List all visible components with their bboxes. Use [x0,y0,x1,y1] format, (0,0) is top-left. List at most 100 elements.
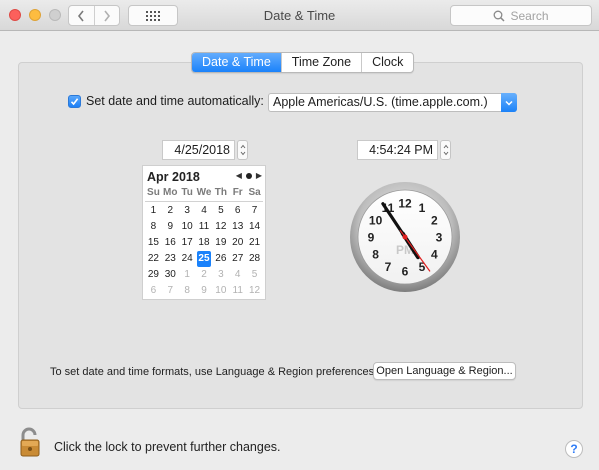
search-icon [494,10,506,22]
auto-set-checkbox[interactable] [68,94,81,108]
calendar-next-button[interactable]: ▶ [256,171,262,181]
calendar-prev-button[interactable]: ◀ [236,171,242,181]
lock-message: Click the lock to prevent further change… [54,440,281,454]
clock-center-pin [402,234,408,240]
calendar-day[interactable]: 1 [145,203,162,219]
calendar-day[interactable]: 1 [179,267,196,283]
calendar-day[interactable]: 10 [179,219,196,235]
calendar-day[interactable]: 7 [162,283,179,299]
clock-number: 6 [402,265,409,279]
calendar-day[interactable]: 16 [162,235,179,251]
search-field[interactable]: Search [450,5,592,26]
open-language-region-button[interactable]: Open Language & Region... [373,362,516,380]
calendar-today-button[interactable] [245,173,252,179]
weekday-label: Su [147,187,160,198]
checkmark-icon [70,97,79,105]
stepper-arrows-icon [443,144,448,156]
calendar-day[interactable]: 27 [229,251,246,267]
clock-number: 7 [385,260,392,274]
calendar-day[interactable]: 24 [179,251,196,267]
clock-number: 8 [372,248,379,262]
clock-number: 5 [419,260,426,274]
calendar-day[interactable]: 3 [212,267,229,283]
weekday-label: We [196,187,212,198]
calendar-day[interactable]: 4 [229,267,246,283]
tab-date-time[interactable]: Date & Time [192,53,281,72]
stepper-arrows-icon [240,144,245,156]
date-stepper[interactable] [237,140,248,160]
date-field-value: 4/25/2018 [174,143,230,157]
calendar-weekdays: Su Mo Tu We Th Fr Sa [145,187,263,198]
calendar-day[interactable]: 14 [246,219,263,235]
calendar-day[interactable]: 8 [145,219,162,235]
calendar-nav: ◀ ▶ [236,171,262,181]
auto-set-row: Set date and time automatically: [68,94,264,108]
calendar-day[interactable]: 9 [162,219,179,235]
tab-bar: Date & Time Time Zone Clock [191,52,415,73]
calendar-day[interactable]: 15 [145,235,162,251]
calendar-day[interactable]: 4 [196,203,213,219]
lock-icon[interactable] [18,427,44,457]
calendar-day[interactable]: 7 [246,203,263,219]
clock-number: 10 [369,214,383,228]
clock-number: 2 [431,214,438,228]
weekday-label: Sa [248,187,261,198]
weekday-label: Tu [181,187,193,198]
title-bar: Date & Time Search [0,0,599,31]
auto-set-label: Set date and time automatically: [86,94,264,108]
calendar-day[interactable]: 2 [196,267,213,283]
help-icon[interactable]: ? [565,440,583,458]
clock-number: 12 [398,197,412,211]
time-server-value: Apple Americas/U.S. (time.apple.com.) [273,95,488,109]
calendar-day[interactable]: 12 [246,283,263,299]
calendar-day[interactable]: 20 [229,235,246,251]
weekday-label: Th [214,187,227,198]
calendar-day[interactable]: 18 [196,235,213,251]
analog-clock: PM 12 1234567891011 [350,182,460,292]
calendar-days: 1 2 3 4 5 6 7 8 9 10 11 12 13 14 15 16 17 18 19 20 21 22 23 24 2… [145,203,263,299]
time-field[interactable]: 4:54:24 PM [357,140,438,160]
date-field[interactable]: 4/25/2018 [162,140,235,160]
calendar-day[interactable]: 17 [179,235,196,251]
tab-clock[interactable]: Clock [361,53,413,72]
chevron-down-icon [501,93,517,112]
weekday-label: Mo [163,187,178,198]
calendar-day[interactable]: 23 [162,251,179,267]
calendar-day[interactable]: 12 [212,219,229,235]
calendar-day[interactable]: 5 [246,267,263,283]
calendar-day[interactable]: 11 [229,283,246,299]
weekday-label: Fr [232,187,243,198]
search-placeholder: Search [510,8,549,23]
calendar-day[interactable]: 28 [246,251,263,267]
clock-number: 3 [436,231,443,245]
calendar-day[interactable]: 10 [212,283,229,299]
time-field-value: 4:54:24 PM [369,143,433,157]
calendar-day[interactable]: 6 [145,283,162,299]
calendar-month-label: Apr 2018 [147,170,200,184]
calendar: Apr 2018 ◀ ▶ Su Mo Tu We Th Fr Sa 1 2 3 4 5 6 7 8 9 10 1… [142,165,266,300]
formats-hint-text: To set date and time formats, use Langua… [50,366,378,378]
calendar-day[interactable]: 3 [179,203,196,219]
calendar-day[interactable]: 8 [179,283,196,299]
calendar-day[interactable]: 11 [196,219,213,235]
main-panel [18,62,583,409]
calendar-day[interactable]: 6 [229,203,246,219]
calendar-day[interactable]: 13 [229,219,246,235]
calendar-divider [145,201,263,202]
clock-number: 4 [431,248,438,262]
calendar-day[interactable]: 5 [212,203,229,219]
calendar-day[interactable]: 22 [145,251,162,267]
tab-time-zone[interactable]: Time Zone [280,53,361,72]
calendar-day[interactable]: 2 [162,203,179,219]
calendar-day[interactable]: 26 [212,251,229,267]
calendar-day[interactable]: 25 [196,251,212,267]
calendar-day[interactable]: 9 [196,283,213,299]
calendar-day[interactable]: 30 [162,267,179,283]
time-server-select[interactable]: Apple Americas/U.S. (time.apple.com.) [268,93,517,112]
time-stepper[interactable] [440,140,451,160]
calendar-day[interactable]: 29 [145,267,162,283]
calendar-day[interactable]: 19 [212,235,229,251]
clock-number: 9 [368,231,375,245]
calendar-day[interactable]: 21 [246,235,263,251]
clock-number: 1 [419,201,426,215]
